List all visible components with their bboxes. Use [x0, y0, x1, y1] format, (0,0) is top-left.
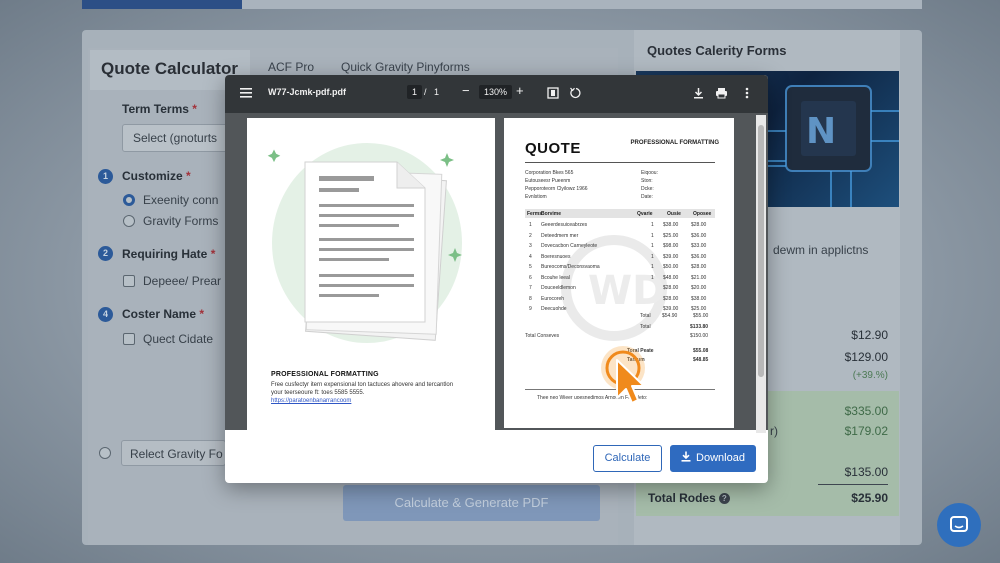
relect-radio[interactable] — [99, 447, 111, 459]
radio-option-2[interactable] — [123, 215, 135, 227]
quote-table-row: 7 Douceeldlemon $28.00 $20.00 — [529, 285, 707, 291]
svg-text:N: N — [806, 111, 836, 152]
total-value: $133.80 — [690, 324, 709, 330]
click-cursor-icon — [601, 346, 645, 404]
fit-page-icon[interactable] — [547, 87, 559, 99]
top-nav-bar — [242, 0, 922, 9]
step-number: 1 — [98, 169, 113, 184]
print-icon[interactable] — [715, 87, 728, 99]
side-panel-title: Quotes Calerity Forms — [647, 43, 787, 58]
download-button[interactable]: Download — [670, 445, 756, 472]
quote-meta: Dcke: — [641, 186, 654, 192]
radio-option-2-label: Gravity Forms — [143, 214, 219, 228]
left-page-heading: PROFESSIONAL FORMATTING — [271, 371, 379, 378]
step-number: 2 — [98, 246, 113, 261]
total-label: Total — [640, 324, 651, 330]
coster-option-label: Quect Cidate — [143, 332, 214, 346]
total-value: $25.90 — [851, 491, 888, 505]
info-icon[interactable]: ? — [718, 493, 730, 504]
totals-partial-label: r) — [770, 424, 778, 438]
quote-table-row: 6 Bcouhe leeal 1 $48.00 $21.00 — [529, 274, 707, 281]
document-illustration — [267, 143, 462, 343]
price-line-1: $12.90 — [851, 328, 888, 342]
quote-meta: Corporation Bkes 565 — [525, 170, 574, 176]
term-terms-label: Term Terms * — [122, 102, 197, 116]
quote-table-row: 8 Eurocoreh $28.00 $38.00 — [529, 295, 707, 302]
customize-label: Customize * — [122, 169, 191, 183]
pdf-preview-modal: W77-Jcmk-pdf.pdf 1 / 1 − 130% + PROFESSI… — [225, 75, 768, 483]
quote-corner-heading: PROFESSIONAL FORMATTING — [630, 140, 719, 146]
price-change: (+39.%) — [852, 370, 888, 381]
radio-option-1[interactable] — [123, 194, 135, 206]
step-number: 4 — [98, 307, 113, 322]
subtotal-value: $54.90 — [662, 313, 678, 319]
total-divider — [818, 484, 888, 485]
subtotal-label: Total — [640, 313, 651, 319]
page-total: 1 — [434, 87, 440, 97]
tab-quick-gravity[interactable]: Quick Gravity Pinyforms — [341, 60, 470, 74]
top-nav-accent — [82, 0, 242, 9]
total-rodes-label: Total Rodes? — [648, 491, 730, 505]
calculate-button[interactable]: Calculate — [593, 445, 662, 472]
conversion-label: Total Conseves — [525, 333, 560, 339]
grand-total-value: $55.08 — [693, 348, 709, 354]
quote-meta: Date: — [641, 194, 653, 200]
chat-icon — [950, 516, 968, 532]
quote-table-row: 1 Geeerdesuiceabrzes 1 $38.00 $28.00 — [529, 222, 707, 228]
rotate-icon[interactable] — [569, 87, 581, 99]
price-line-4: $179.02 — [844, 424, 888, 438]
conversion-value: $150.00 — [690, 333, 709, 339]
download-icon[interactable] — [693, 87, 704, 99]
quote-table-row: 2 Deteedmem mer 1 $25.00 $36.00 — [529, 232, 707, 239]
quote-meta: Evnlstiom — [525, 194, 547, 200]
left-page-link[interactable]: https://paratoenbanarrancoom — [271, 398, 351, 404]
pdf-scrollbar-thumb[interactable] — [758, 125, 764, 377]
pdf-filename: W77-Jcmk-pdf.pdf — [268, 87, 347, 97]
download-icon — [681, 451, 691, 462]
term-select[interactable]: Select (gnoturts — [122, 124, 232, 152]
requiring-option-label: Depeee/ Prear ( — [143, 274, 229, 288]
relect-gravity-select[interactable]: Relect Gravity Fo — [121, 440, 226, 466]
quote-meta: Ston: — [641, 178, 653, 184]
subtotal-value-2: $55.00 — [693, 313, 709, 319]
more-options-icon[interactable] — [745, 87, 749, 99]
quote-table-row: 5 Bureocoms/Deconsvaoma 1 $50.00 $28.00 — [529, 264, 707, 270]
quote-meta: Pepporoteorn Clyilowz 1966 — [525, 186, 588, 192]
requiring-checkbox[interactable] — [123, 275, 135, 287]
quote-table-row: 3 Dovecacbon Carneyleote 1 $98.00 $33.00 — [529, 243, 707, 249]
price-line-2: $129.00 — [844, 350, 888, 364]
tab-acf-pro[interactable]: ACF Pro — [268, 60, 314, 74]
zoom-out-icon[interactable]: − — [462, 83, 470, 98]
chat-launcher-button[interactable] — [937, 503, 981, 547]
quote-title-rule — [525, 162, 715, 163]
zoom-level-input[interactable]: 130% — [479, 85, 513, 99]
price-line-3: $335.00 — [844, 404, 888, 418]
menu-icon[interactable] — [240, 88, 252, 98]
side-panel-note: dewm in applictns — [773, 243, 869, 257]
quote-meta: Eiqoou: — [641, 170, 658, 176]
pdf-viewer-toolbar: W77-Jcmk-pdf.pdf 1 / 1 − 130% + — [225, 75, 768, 113]
radio-option-1-label: Exeenity conn — [143, 193, 219, 207]
coster-checkbox[interactable] — [123, 333, 135, 345]
quote-meta: Eutouseesr Pueenm — [525, 178, 571, 184]
page-separator: / — [424, 87, 427, 97]
page-number-input[interactable]: 1 — [407, 85, 423, 99]
quote-table-header: Ferms Borvime Qvarie Ousie Oposee — [525, 209, 715, 218]
left-page-text: Free cusfectyr itern expensional ton tac… — [271, 382, 454, 404]
quote-table-row: 9 Deecuohde $39.00 $25.00 — [529, 306, 707, 312]
calculate-generate-pdf-button[interactable]: Calculate & Generate PDF — [343, 485, 600, 521]
coster-name-label: Coster Name * — [122, 307, 205, 321]
quote-table-row: 4 Boeresnuoes 1 $39.00 $36.00 — [529, 253, 707, 260]
quote-title: QUOTE — [525, 140, 581, 157]
requiring-label: Requiring Hate * — [122, 247, 216, 261]
final-value: $48.85 — [693, 357, 709, 363]
zoom-in-icon[interactable]: + — [516, 83, 524, 98]
price-line-5: $135.00 — [844, 465, 888, 479]
